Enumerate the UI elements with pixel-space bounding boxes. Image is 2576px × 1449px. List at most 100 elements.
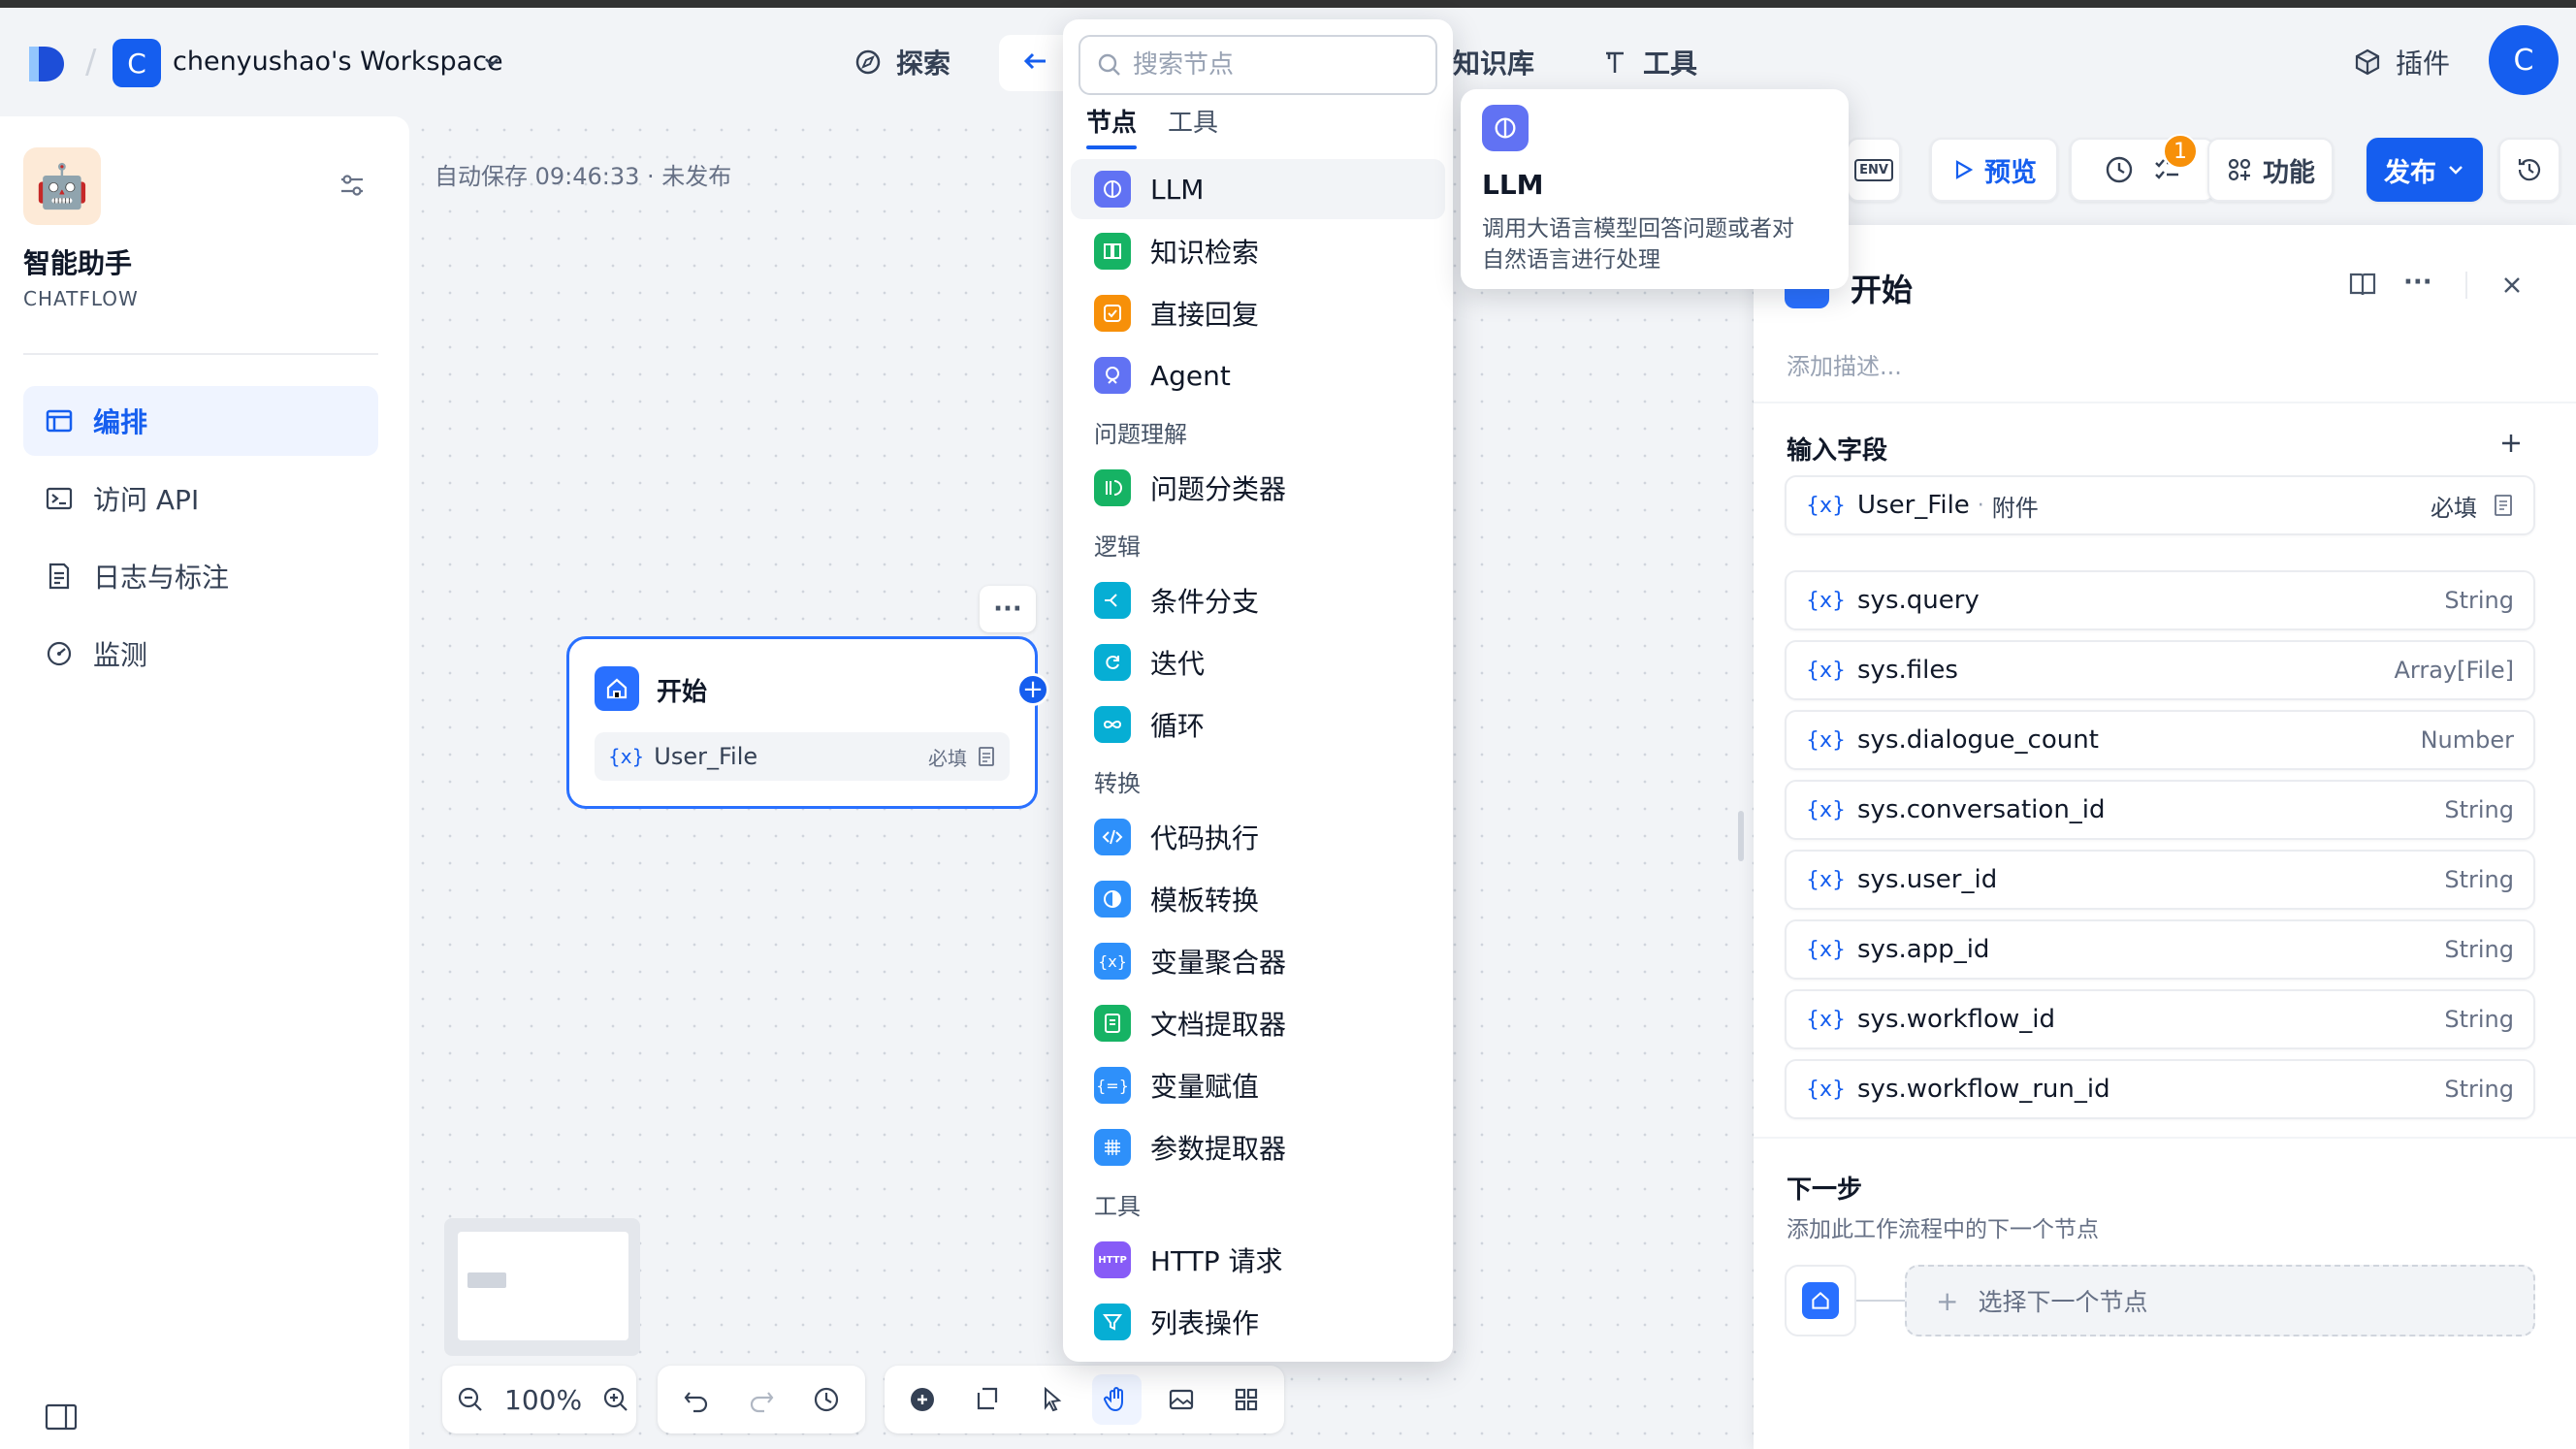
robot-icon: 🤖 (23, 147, 101, 225)
node-option-aggregator[interactable]: {x} 变量聚合器 (1071, 931, 1445, 991)
terminal-icon (45, 484, 74, 513)
export-image-icon[interactable] (1157, 1374, 1207, 1425)
undo-icon[interactable] (671, 1374, 721, 1425)
aggregator-icon: {x} (1094, 943, 1131, 980)
nav-knowledge[interactable]: 知识库 (1453, 43, 1534, 81)
chevron-down-icon[interactable] (481, 52, 502, 72)
node-option-knowledge[interactable]: 知识检索 (1071, 221, 1445, 281)
nav-explore[interactable]: 探索 (853, 43, 950, 81)
sidebar-item-logs[interactable]: 日志与标注 (23, 541, 378, 611)
node-search-box[interactable] (1079, 35, 1437, 95)
node-option-branch[interactable]: 条件分支 (1071, 570, 1445, 630)
settings-sliders-icon[interactable] (338, 171, 367, 200)
node-search-input[interactable] (1133, 50, 1414, 80)
node-option-iteration[interactable]: 迭代 (1071, 632, 1445, 692)
panel-resize-handle[interactable] (1738, 811, 1744, 861)
tooltip-description: 调用大语言模型回答问题或者对 自然语言进行处理 (1482, 213, 1794, 275)
chevron-down-icon (2446, 160, 2465, 179)
node-option-label: 条件分支 (1150, 586, 1260, 618)
history-icon[interactable] (802, 1374, 852, 1425)
home-icon (1802, 1282, 1839, 1319)
preview-button[interactable]: 预览 (1930, 138, 2058, 202)
add-next-node-button[interactable]: + (1016, 673, 1049, 706)
collapse-sidebar-icon[interactable] (45, 1402, 78, 1432)
features-button[interactable]: 功能 (2207, 138, 2334, 202)
close-icon[interactable] (2498, 272, 2526, 299)
sidebar-item-label: 日志与标注 (93, 562, 230, 594)
dify-logo[interactable] (25, 45, 68, 83)
sidebar-item-label: 编排 (93, 406, 148, 438)
more-icon[interactable]: ··· (2403, 268, 2432, 297)
redo-icon[interactable] (736, 1374, 786, 1425)
variable-icon: {x} (1806, 937, 1847, 962)
variable-icon: {x} (1806, 588, 1847, 613)
node-option-doc-extract[interactable]: 文档提取器 (1071, 993, 1445, 1053)
node-option-label: 模板转换 (1150, 885, 1260, 917)
group-transform: 转换 (1094, 770, 1141, 797)
cube-icon (2353, 48, 2382, 77)
home-icon (595, 666, 639, 711)
env-label: ENV (1854, 158, 1893, 181)
node-option-loop[interactable]: 循环 (1071, 694, 1445, 755)
add-node-icon[interactable] (898, 1374, 948, 1425)
nav-tools[interactable]: 工具 (1600, 43, 1697, 81)
node-more-button[interactable]: ··· (980, 586, 1036, 632)
node-option-label: 列表操作 (1150, 1307, 1260, 1339)
version-history-button[interactable] (2498, 138, 2560, 202)
zoom-level[interactable]: 100% (500, 1384, 586, 1416)
node-option-code[interactable]: 代码执行 (1071, 807, 1445, 867)
book-icon[interactable] (2347, 270, 2378, 299)
required-label: 必填 (928, 746, 967, 770)
tab-tools[interactable]: 工具 (1168, 103, 1218, 139)
sidebar-item-api[interactable]: 访问 API (23, 464, 378, 533)
variable-icon: {x} (1806, 493, 1847, 518)
tab-nodes[interactable]: 节点 (1086, 103, 1137, 139)
node-option-agent[interactable]: Agent (1071, 345, 1445, 405)
publish-button[interactable]: 发布 (2367, 138, 2483, 202)
node-tooltip: LLM 调用大语言模型回答问题或者对 自然语言进行处理 (1461, 89, 1849, 289)
user-var-row[interactable]: {x} User_File · 附件 必填 (1785, 475, 2535, 535)
pointer-icon[interactable] (1027, 1374, 1077, 1425)
app-name: 智能助手 (23, 247, 133, 279)
monitor-icon (45, 639, 74, 668)
node-option-assign[interactable]: {=} 变量赋值 (1071, 1055, 1445, 1115)
env-button[interactable]: ENV (1847, 138, 1901, 202)
node-option-reply[interactable]: 直接回复 (1071, 283, 1445, 343)
user-avatar[interactable]: C (2489, 25, 2559, 95)
add-note-icon[interactable] (963, 1374, 1013, 1425)
node-option-llm[interactable]: LLM (1071, 159, 1445, 219)
features-label: 功能 (2263, 157, 2315, 188)
workspace-badge[interactable]: C (113, 39, 161, 87)
var-name: User_File (1857, 491, 1970, 520)
sidebar-item-orchestrate[interactable]: 编排 (23, 386, 378, 456)
var-name: sys.files (1857, 656, 1958, 685)
sidebar-item-label: 访问 API (93, 484, 200, 516)
node-option-template[interactable]: 模板转换 (1071, 869, 1445, 929)
run-history-icon[interactable] (2104, 154, 2135, 185)
var-type: Array[File] (2394, 657, 2514, 684)
hand-icon[interactable] (1092, 1374, 1142, 1425)
workspace-name[interactable]: chenyushao's Workspace (173, 47, 503, 77)
sys-var-row: {x} sys.query String (1785, 570, 2535, 630)
start-node-title: 开始 (657, 678, 708, 707)
zoom-toolbar: 100% (442, 1366, 636, 1433)
checklist-badge: 1 (2163, 134, 2198, 169)
zoom-out-icon[interactable] (456, 1374, 485, 1425)
add-field-icon[interactable] (2498, 431, 2524, 456)
node-option-list[interactable]: 列表操作 (1071, 1292, 1445, 1352)
start-node[interactable]: 开始 {x} User_File 必填 (566, 636, 1038, 809)
organize-layout-icon[interactable] (1221, 1374, 1271, 1425)
next-step-start-icon (1785, 1265, 1856, 1336)
arrow-left-icon[interactable] (1020, 47, 1049, 76)
node-option-http[interactable]: HTTP HTTP 请求 (1071, 1230, 1445, 1290)
panel-description-input[interactable]: 添加描述... (1787, 347, 1902, 381)
node-option-classifier[interactable]: 问题分类器 (1071, 458, 1445, 518)
var-name: sys.dialogue_count (1857, 725, 2099, 755)
sidebar-item-monitor[interactable]: 监测 (23, 619, 378, 689)
select-next-node-button[interactable]: + 选择下一个节点 (1905, 1265, 2535, 1336)
preview-label: 预览 (1984, 157, 2037, 188)
zoom-in-icon[interactable] (601, 1374, 630, 1425)
http-icon: HTTP (1094, 1241, 1131, 1278)
node-option-param[interactable]: 参数提取器 (1071, 1117, 1445, 1177)
nav-plugins[interactable]: 插件 (2353, 43, 2450, 81)
